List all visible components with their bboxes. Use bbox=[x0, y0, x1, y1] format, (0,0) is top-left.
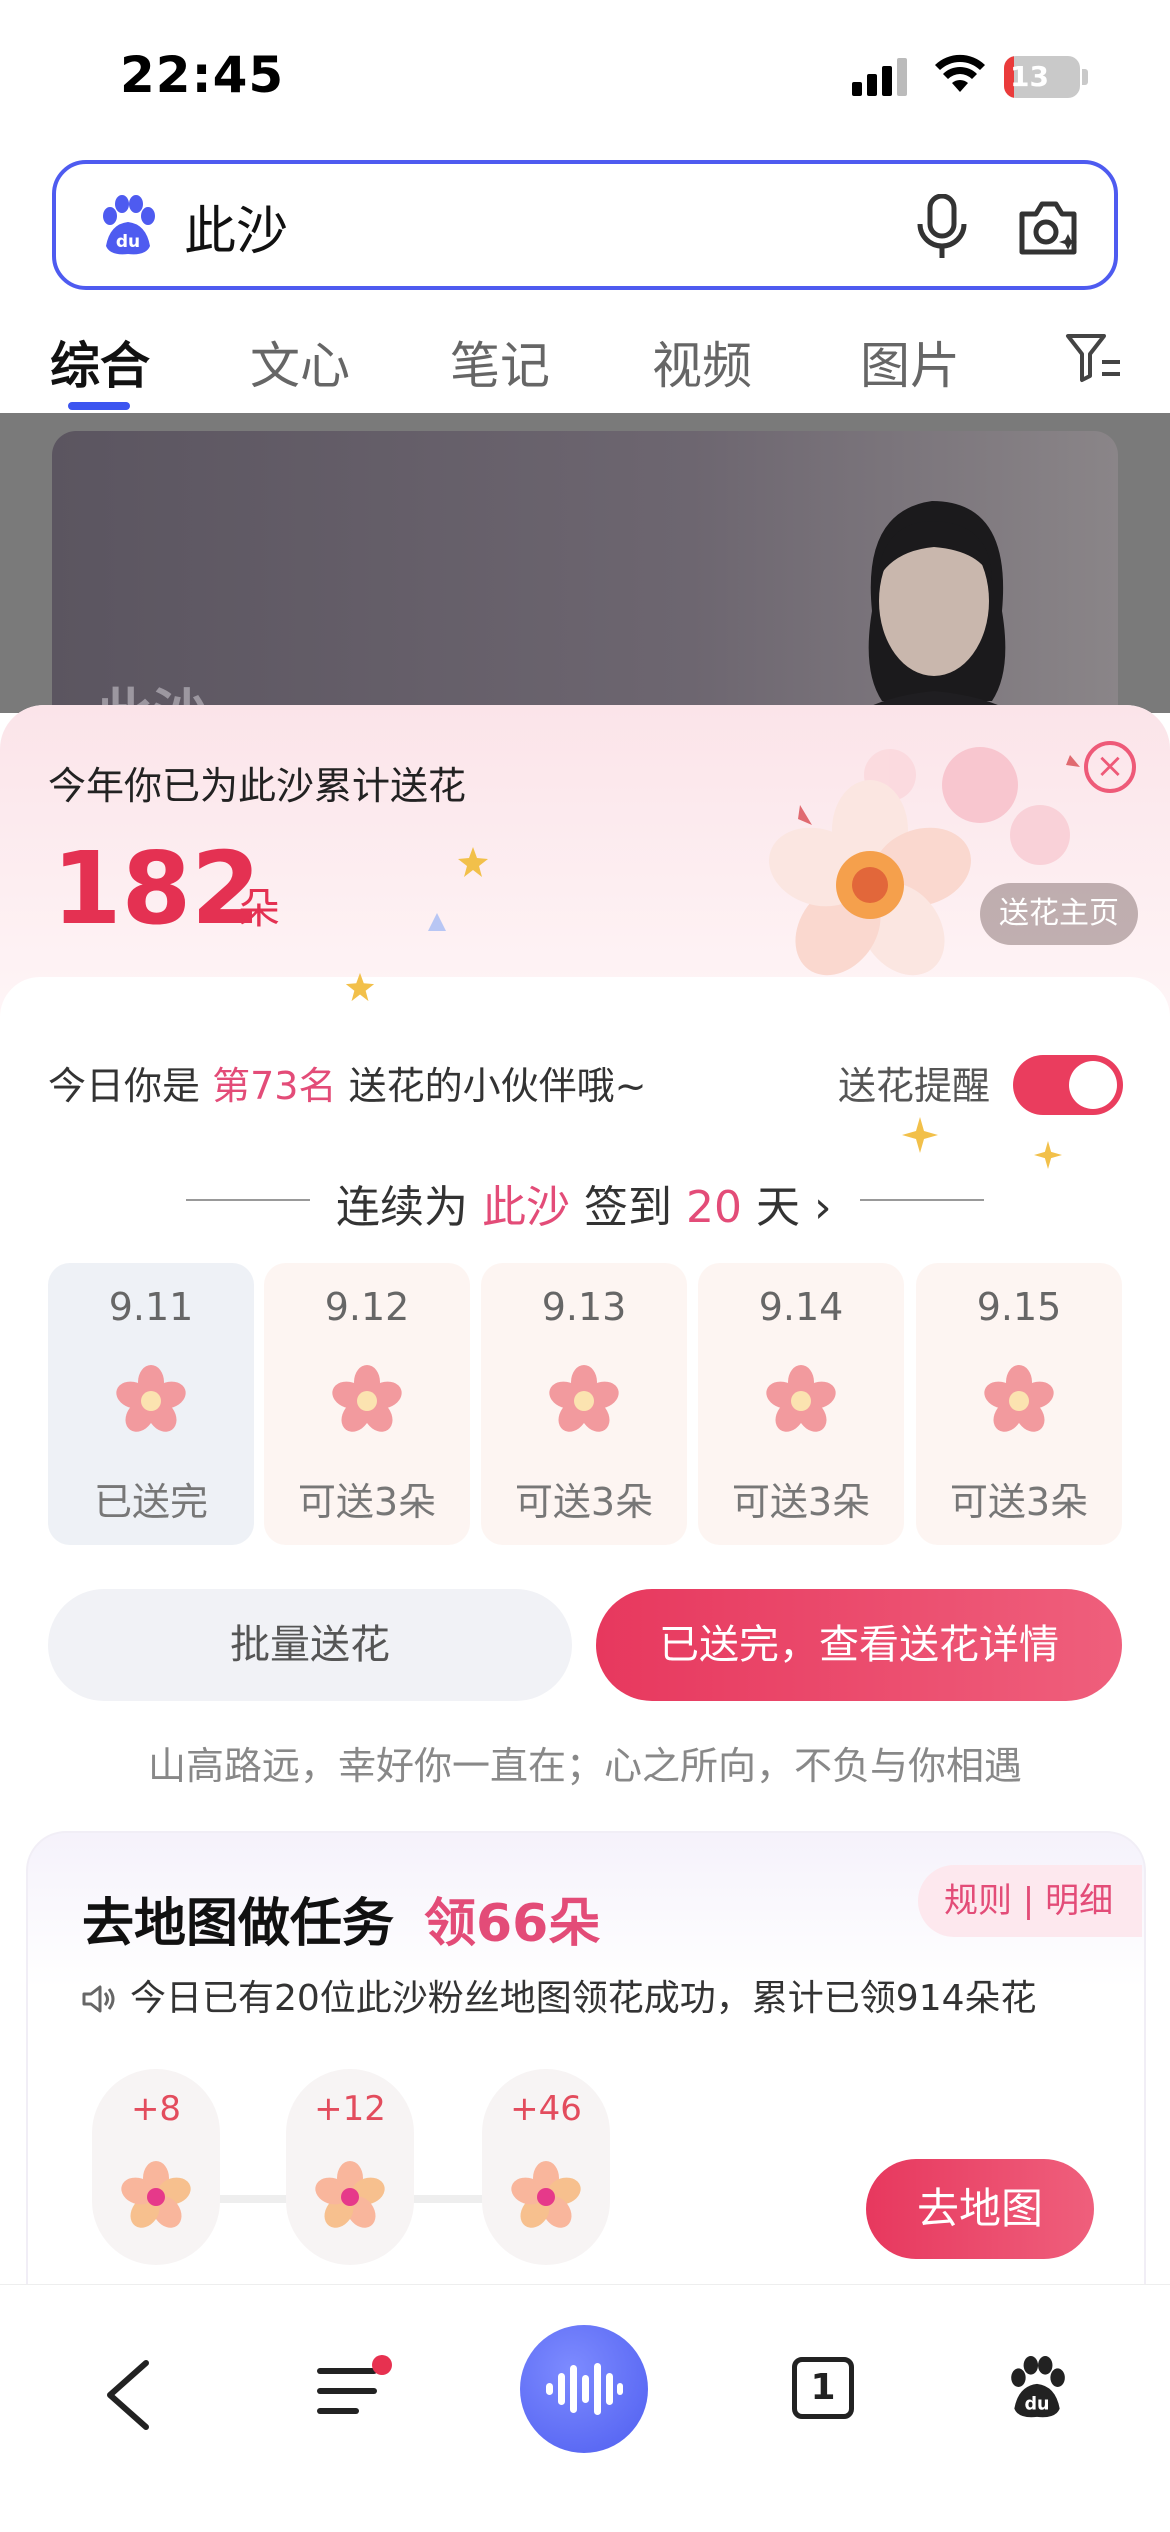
tab-images[interactable]: 图片 bbox=[860, 326, 960, 398]
flower-icon bbox=[546, 1365, 622, 1438]
quote-text: 山高路远，幸好你一直在；心之所向，不负与你相遇 bbox=[147, 1744, 1022, 1788]
flower-icon bbox=[981, 1365, 1057, 1438]
search-bar[interactable]: du bbox=[52, 160, 1118, 290]
clock: 22:45 bbox=[120, 46, 285, 104]
baidu-paw-icon: du bbox=[103, 195, 155, 255]
flower-count: 182 bbox=[52, 830, 261, 947]
tab-notes[interactable]: 笔记 bbox=[450, 326, 550, 398]
flower-icon bbox=[763, 1365, 839, 1438]
status-bar: 22:45 13 bbox=[0, 0, 1170, 150]
flower-icon bbox=[508, 2161, 584, 2234]
tab-videos[interactable]: 视频 bbox=[652, 326, 752, 398]
checkin-streak[interactable]: 连续为 此沙 签到 20 天 › bbox=[0, 1165, 1170, 1235]
hero-overlay: 此沙 bbox=[0, 413, 1170, 713]
tab-comprehensive[interactable]: 综合 bbox=[50, 326, 150, 398]
day-card[interactable]: 9.13 可送3朵 bbox=[481, 1263, 687, 1545]
rank-value: 第73名 bbox=[212, 1064, 337, 1108]
back-icon[interactable] bbox=[100, 2357, 156, 2433]
tab-wenxin[interactable]: 文心 bbox=[250, 326, 350, 398]
confetti-icon bbox=[428, 913, 446, 931]
camera-search-icon[interactable] bbox=[1016, 198, 1082, 258]
chevron-right-icon: › bbox=[814, 1182, 832, 1233]
flower-icon bbox=[118, 2161, 194, 2234]
sparkle-icon bbox=[345, 972, 375, 1002]
remind-label: 送花提醒 bbox=[838, 1064, 991, 1108]
filter-icon[interactable] bbox=[1064, 332, 1122, 384]
reward-node: +8 bbox=[92, 2069, 220, 2265]
reward-node: +46 bbox=[482, 2069, 610, 2265]
flower-home-button[interactable]: 送花主页 bbox=[980, 883, 1138, 945]
svg-text:du: du bbox=[116, 232, 140, 252]
task-title: 去地图做任务 bbox=[82, 1894, 395, 1954]
year-total-title: 今年你已为此沙累计送花 bbox=[48, 764, 467, 808]
svg-text:du: du bbox=[1024, 2395, 1049, 2415]
go-to-map-button[interactable]: 去地图 bbox=[866, 2159, 1094, 2259]
batch-send-button[interactable]: 批量送花 bbox=[48, 1589, 572, 1701]
sparkle-icon bbox=[458, 847, 488, 877]
flower-count-unit: 朵 bbox=[238, 884, 281, 933]
rules-details-link[interactable]: 规则 | 明细 bbox=[918, 1865, 1142, 1937]
map-task-card: 去地图做任务 领66朵 规则 | 明细 今日已有20位此沙粉丝地图领花成功，累计… bbox=[26, 1831, 1146, 2285]
battery-icon: 13 bbox=[1004, 56, 1088, 98]
daily-rank: 今日你是 第73名 送花的小伙伴哦~ bbox=[48, 1064, 647, 1108]
result-tabs: 综合 文心 笔记 视频 图片 bbox=[0, 310, 1170, 410]
celebrity-photo bbox=[857, 501, 1015, 713]
remind-toggle[interactable] bbox=[1013, 1055, 1123, 1115]
day-card[interactable]: 9.12 可送3朵 bbox=[264, 1263, 470, 1545]
flower-icon bbox=[312, 2161, 388, 2234]
search-input[interactable] bbox=[184, 196, 884, 256]
hero-card: 此沙 bbox=[52, 431, 1118, 713]
voice-wave-icon bbox=[546, 2363, 623, 2415]
close-button[interactable]: × bbox=[1084, 741, 1136, 793]
active-tab-indicator bbox=[68, 402, 130, 410]
day-card[interactable]: 9.15 可送3朵 bbox=[916, 1263, 1122, 1545]
flower-panel: 今年你已为此沙累计送花 182 朵 × 送花主页 今日你是 第73名 送花的小伙… bbox=[0, 705, 1170, 2285]
reward-node: +12 bbox=[286, 2069, 414, 2265]
send-detail-button[interactable]: 已送完，查看送花详情 bbox=[596, 1589, 1122, 1701]
task-info: 今日已有20位此沙粉丝地图领花成功，累计已领914朵花 bbox=[82, 1969, 1037, 2021]
bouquet-illustration bbox=[769, 747, 1080, 976]
day-card[interactable]: 9.11 已送完 bbox=[48, 1263, 254, 1545]
task-reward: 领66朵 bbox=[424, 1894, 601, 1954]
speaker-icon bbox=[82, 1985, 115, 2013]
sparkle-icon bbox=[902, 1117, 938, 1153]
bottom-navigation: 1 du bbox=[0, 2284, 1170, 2532]
notification-dot bbox=[372, 2355, 392, 2375]
baidu-paw-icon[interactable]: du bbox=[1004, 2355, 1070, 2421]
flower-icon bbox=[113, 1365, 189, 1438]
tabs-icon[interactable]: 1 bbox=[792, 2357, 854, 2419]
flower-icon bbox=[329, 1365, 405, 1438]
voice-assistant-button[interactable] bbox=[520, 2325, 648, 2453]
wifi-icon bbox=[935, 54, 985, 92]
microphone-icon[interactable] bbox=[914, 194, 970, 260]
day-card[interactable]: 9.14 可送3朵 bbox=[698, 1263, 904, 1545]
cellular-signal-icon bbox=[852, 58, 907, 96]
